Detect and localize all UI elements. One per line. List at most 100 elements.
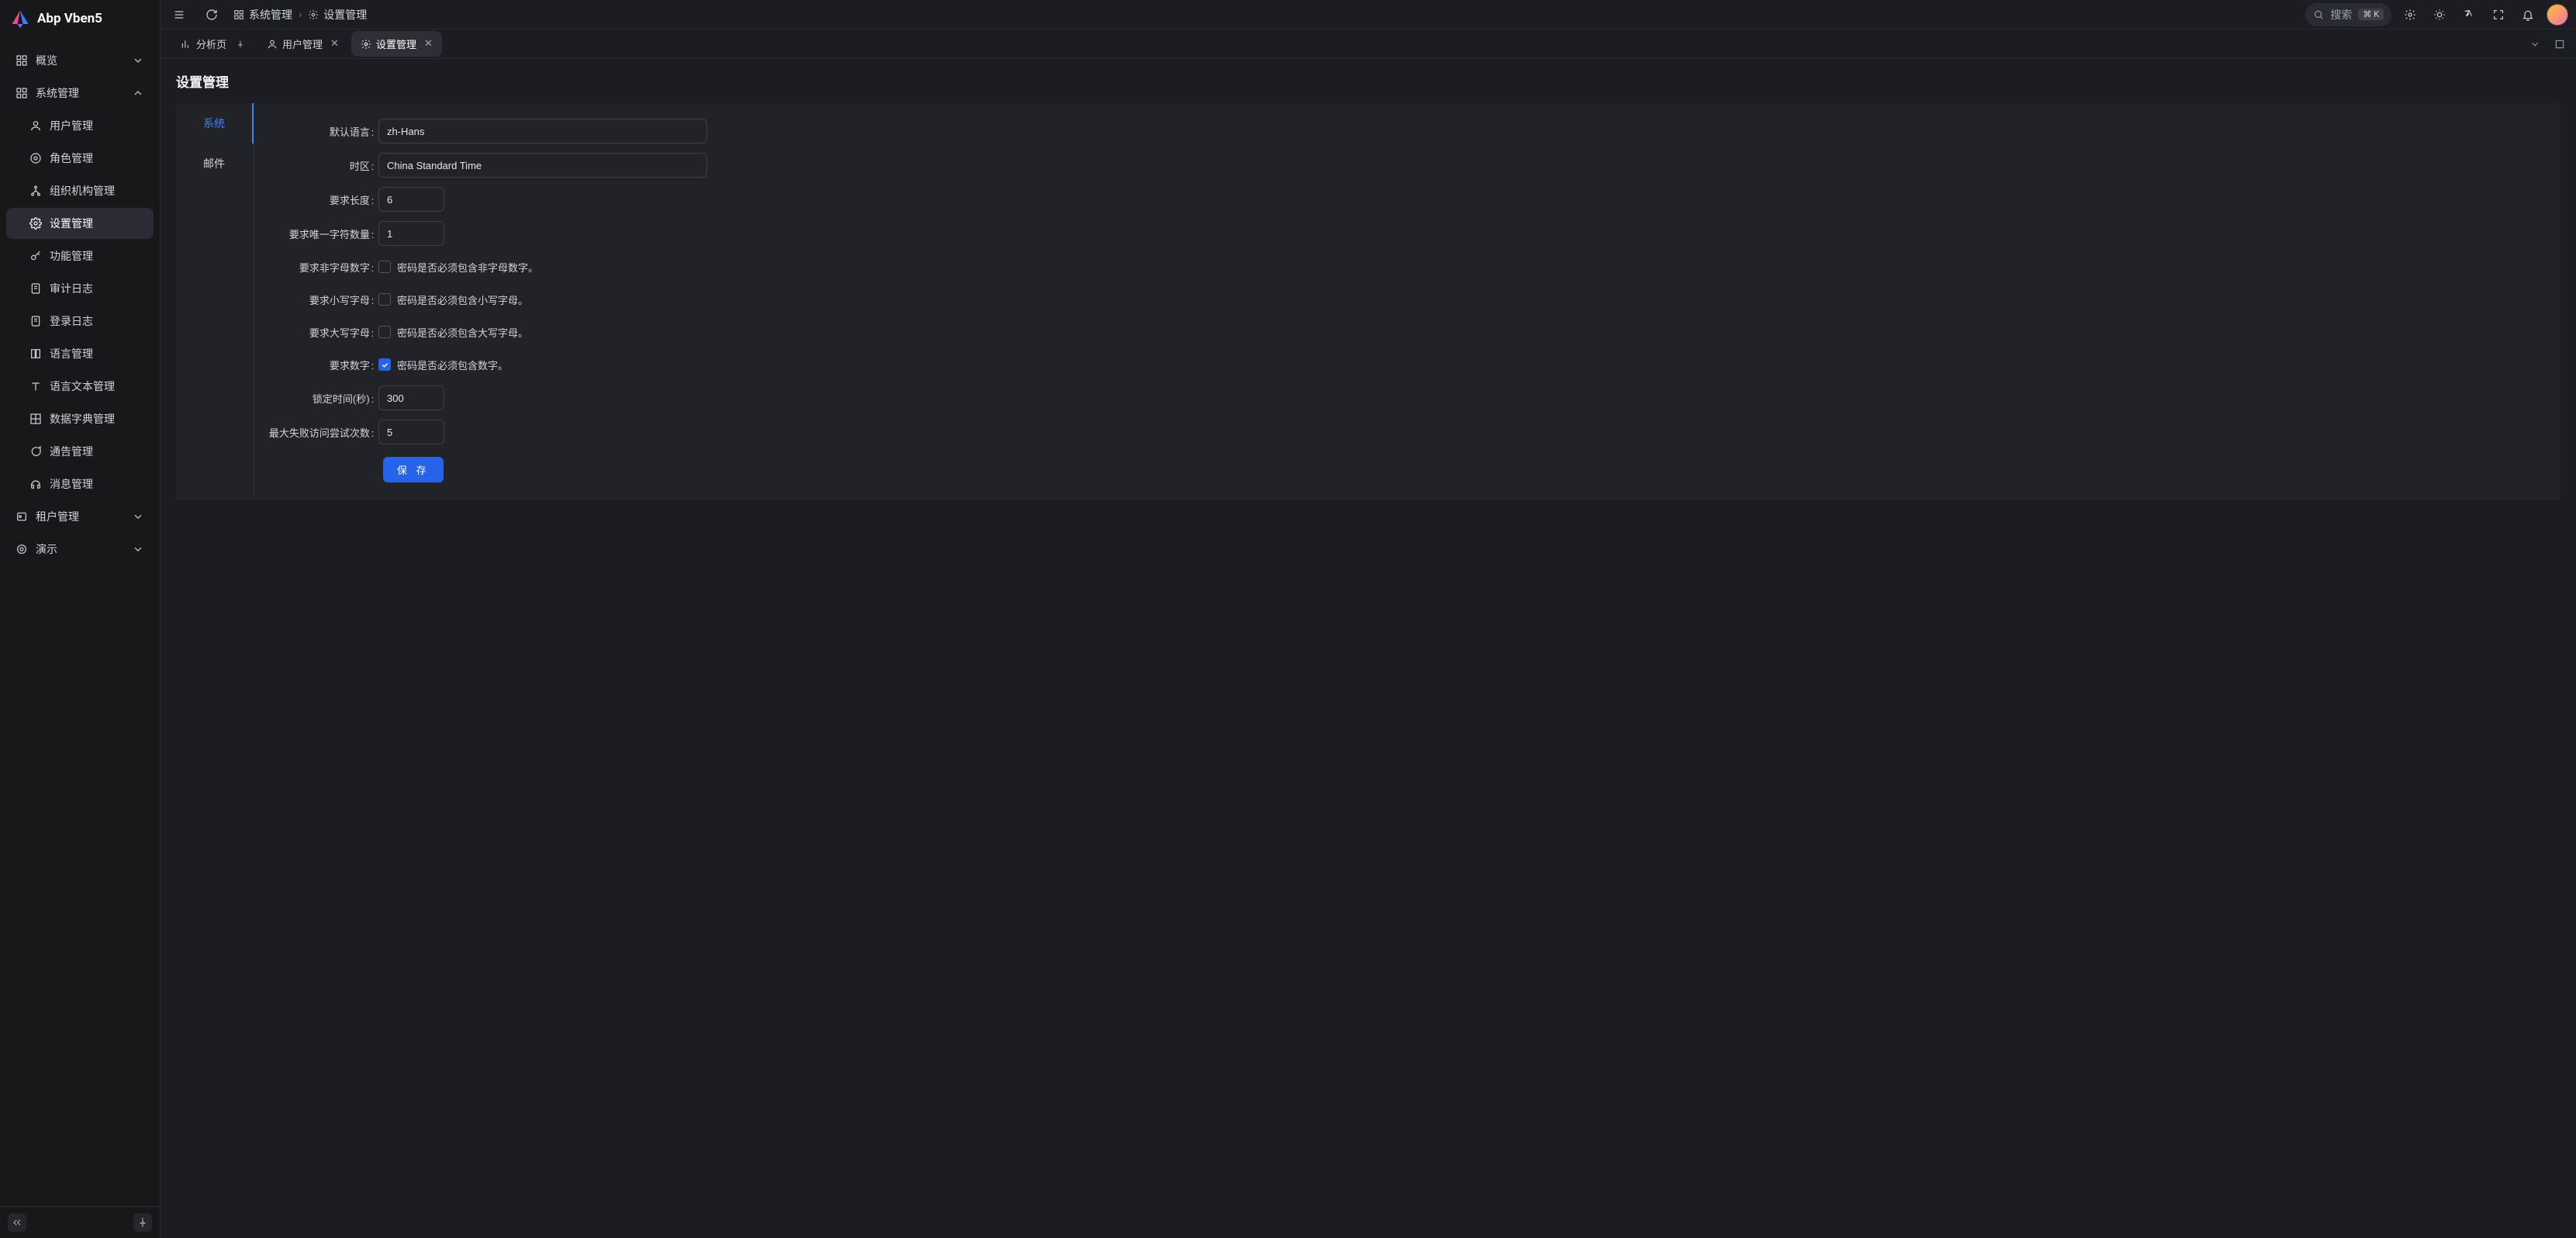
sidebar-item-users[interactable]: 用户管理 <box>6 110 154 141</box>
breadcrumb-item[interactable]: 设置管理 <box>308 7 367 22</box>
pin-icon[interactable] <box>236 40 245 49</box>
language-button[interactable] <box>2458 4 2480 26</box>
sidebar-item-label: 审计日志 <box>50 281 93 296</box>
sidebar-item-announce[interactable]: 通告管理 <box>6 436 154 467</box>
search-placeholder: 搜索 <box>2330 7 2352 22</box>
search-box[interactable]: 搜索 ⌘ K <box>2305 3 2391 26</box>
nav: 概览 系统管理 用户管理 角色管理 组织机构管理 <box>0 37 160 1206</box>
theme-button[interactable] <box>2429 4 2450 26</box>
timezone-input[interactable] <box>378 153 707 178</box>
refresh-button[interactable] <box>201 4 223 26</box>
search-icon <box>2313 9 2324 20</box>
chevron-up-icon <box>132 87 144 99</box>
grid-icon <box>233 9 244 20</box>
sidebar-item-features[interactable]: 功能管理 <box>6 240 154 271</box>
default-language-input[interactable] <box>378 119 707 144</box>
sidebar-item-label: 设置管理 <box>50 216 93 231</box>
lockout-input[interactable] <box>378 386 444 410</box>
non-alphanumeric-checkbox[interactable] <box>378 261 391 273</box>
gear-icon <box>308 9 319 20</box>
main: 系统管理 › 设置管理 搜索 ⌘ K <box>161 0 2576 1238</box>
app-name: Abp Vben5 <box>37 11 102 26</box>
pin-sidebar-button[interactable] <box>133 1213 152 1232</box>
digit-desc: 密码是否必须包含数字。 <box>397 358 508 372</box>
sidebar-item-lang-text[interactable]: 语言文本管理 <box>6 371 154 402</box>
search-shortcut: ⌘ K <box>2358 9 2384 20</box>
digit-checkbox[interactable] <box>378 358 391 371</box>
tab-analytics[interactable]: 分析页 <box>171 31 254 57</box>
sidebar-item-tenants[interactable]: 租户管理 <box>6 501 154 532</box>
tabs-expand-button[interactable] <box>2550 34 2570 54</box>
breadcrumb: 系统管理 › 设置管理 <box>233 7 367 22</box>
side-tab-email[interactable]: 邮件 <box>176 144 254 184</box>
tabs: 分析页 用户管理 ✕ 设置管理 ✕ <box>161 29 2576 59</box>
avatar[interactable] <box>2547 4 2568 26</box>
sidebar-footer <box>0 1206 160 1238</box>
user-icon <box>267 39 278 50</box>
sidebar-item-label: 语言文本管理 <box>50 379 115 394</box>
label-max-failed: 最大失败访问尝试次数 <box>262 425 378 440</box>
sidebar: Abp Vben5 概览 系统管理 用户管理 角色管理 <box>0 0 161 1238</box>
sidebar-item-overview[interactable]: 概览 <box>6 45 154 76</box>
grid-icon <box>16 87 28 99</box>
close-icon[interactable]: ✕ <box>330 38 339 50</box>
side-tab-system[interactable]: 系统 <box>176 103 254 144</box>
fullscreen-button[interactable] <box>2488 4 2509 26</box>
sidebar-item-messages[interactable]: 消息管理 <box>6 469 154 500</box>
label-unique-chars: 要求唯一字符数量 <box>262 227 378 241</box>
breadcrumb-label: 设置管理 <box>323 7 367 22</box>
sidebar-item-label: 概览 <box>36 53 57 68</box>
badge-icon <box>16 510 28 523</box>
sidebar-item-settings[interactable]: 设置管理 <box>6 208 154 239</box>
tabs-dropdown-button[interactable] <box>2525 34 2545 54</box>
sidebar-item-label: 角色管理 <box>50 150 93 166</box>
menu-toggle-button[interactable] <box>168 4 190 26</box>
tab-users[interactable]: 用户管理 ✕ <box>257 31 348 57</box>
sidebar-item-system[interactable]: 系统管理 <box>6 78 154 109</box>
sidebar-item-label: 语言管理 <box>50 346 93 361</box>
lowercase-checkbox[interactable] <box>378 293 391 306</box>
settings-button[interactable] <box>2399 4 2421 26</box>
sidebar-item-languages[interactable]: 语言管理 <box>6 338 154 369</box>
sidebar-item-label: 登录日志 <box>50 313 93 329</box>
required-length-input[interactable] <box>378 187 444 212</box>
sidebar-item-demo[interactable]: 演示 <box>6 534 154 565</box>
max-failed-input[interactable] <box>378 420 444 444</box>
sidebar-item-label: 功能管理 <box>50 248 93 264</box>
breadcrumb-sep: › <box>299 9 302 21</box>
uppercase-checkbox[interactable] <box>378 326 391 338</box>
sidebar-item-label: 组织机构管理 <box>50 183 115 199</box>
sidebar-item-dict[interactable]: 数据字典管理 <box>6 403 154 434</box>
uppercase-desc: 密码是否必须包含大写字母。 <box>397 325 528 340</box>
gear-icon <box>361 39 371 50</box>
sidebar-item-label: 消息管理 <box>50 476 93 492</box>
sidebar-item-roles[interactable]: 角色管理 <box>6 143 154 174</box>
label-uppercase: 要求大写字母 <box>262 325 378 340</box>
logo[interactable]: Abp Vben5 <box>0 0 160 37</box>
collapse-sidebar-button[interactable] <box>8 1213 26 1232</box>
target-icon <box>16 543 28 555</box>
grid2-icon <box>29 413 42 425</box>
breadcrumb-label: 系统管理 <box>249 7 292 22</box>
tab-settings[interactable]: 设置管理 ✕ <box>351 31 442 57</box>
sidebar-item-label: 通告管理 <box>50 444 93 459</box>
sidebar-item-label: 演示 <box>36 541 57 557</box>
tab-label: 用户管理 <box>282 36 323 51</box>
gear-round-icon <box>29 152 42 164</box>
grid-icon <box>16 54 28 67</box>
sidebar-item-audit[interactable]: 审计日志 <box>6 273 154 304</box>
notifications-button[interactable] <box>2517 4 2539 26</box>
sidebar-item-label: 用户管理 <box>50 118 93 133</box>
content: 设置管理 系统 邮件 默认语言 时区 要求长度 <box>161 59 2576 1238</box>
unique-chars-input[interactable] <box>378 221 444 246</box>
close-icon[interactable]: ✕ <box>424 38 433 50</box>
label-lowercase: 要求小写字母 <box>262 292 378 307</box>
save-button[interactable]: 保 存 <box>383 457 444 482</box>
sidebar-item-login-log[interactable]: 登录日志 <box>6 306 154 337</box>
label-required-length: 要求长度 <box>262 192 378 207</box>
breadcrumb-item[interactable]: 系统管理 <box>233 7 292 22</box>
key-icon <box>29 250 42 262</box>
settings-panel: 系统 邮件 默认语言 时区 要求长度 <box>176 103 2560 500</box>
sidebar-item-org[interactable]: 组织机构管理 <box>6 175 154 206</box>
headphones-icon <box>29 478 42 490</box>
